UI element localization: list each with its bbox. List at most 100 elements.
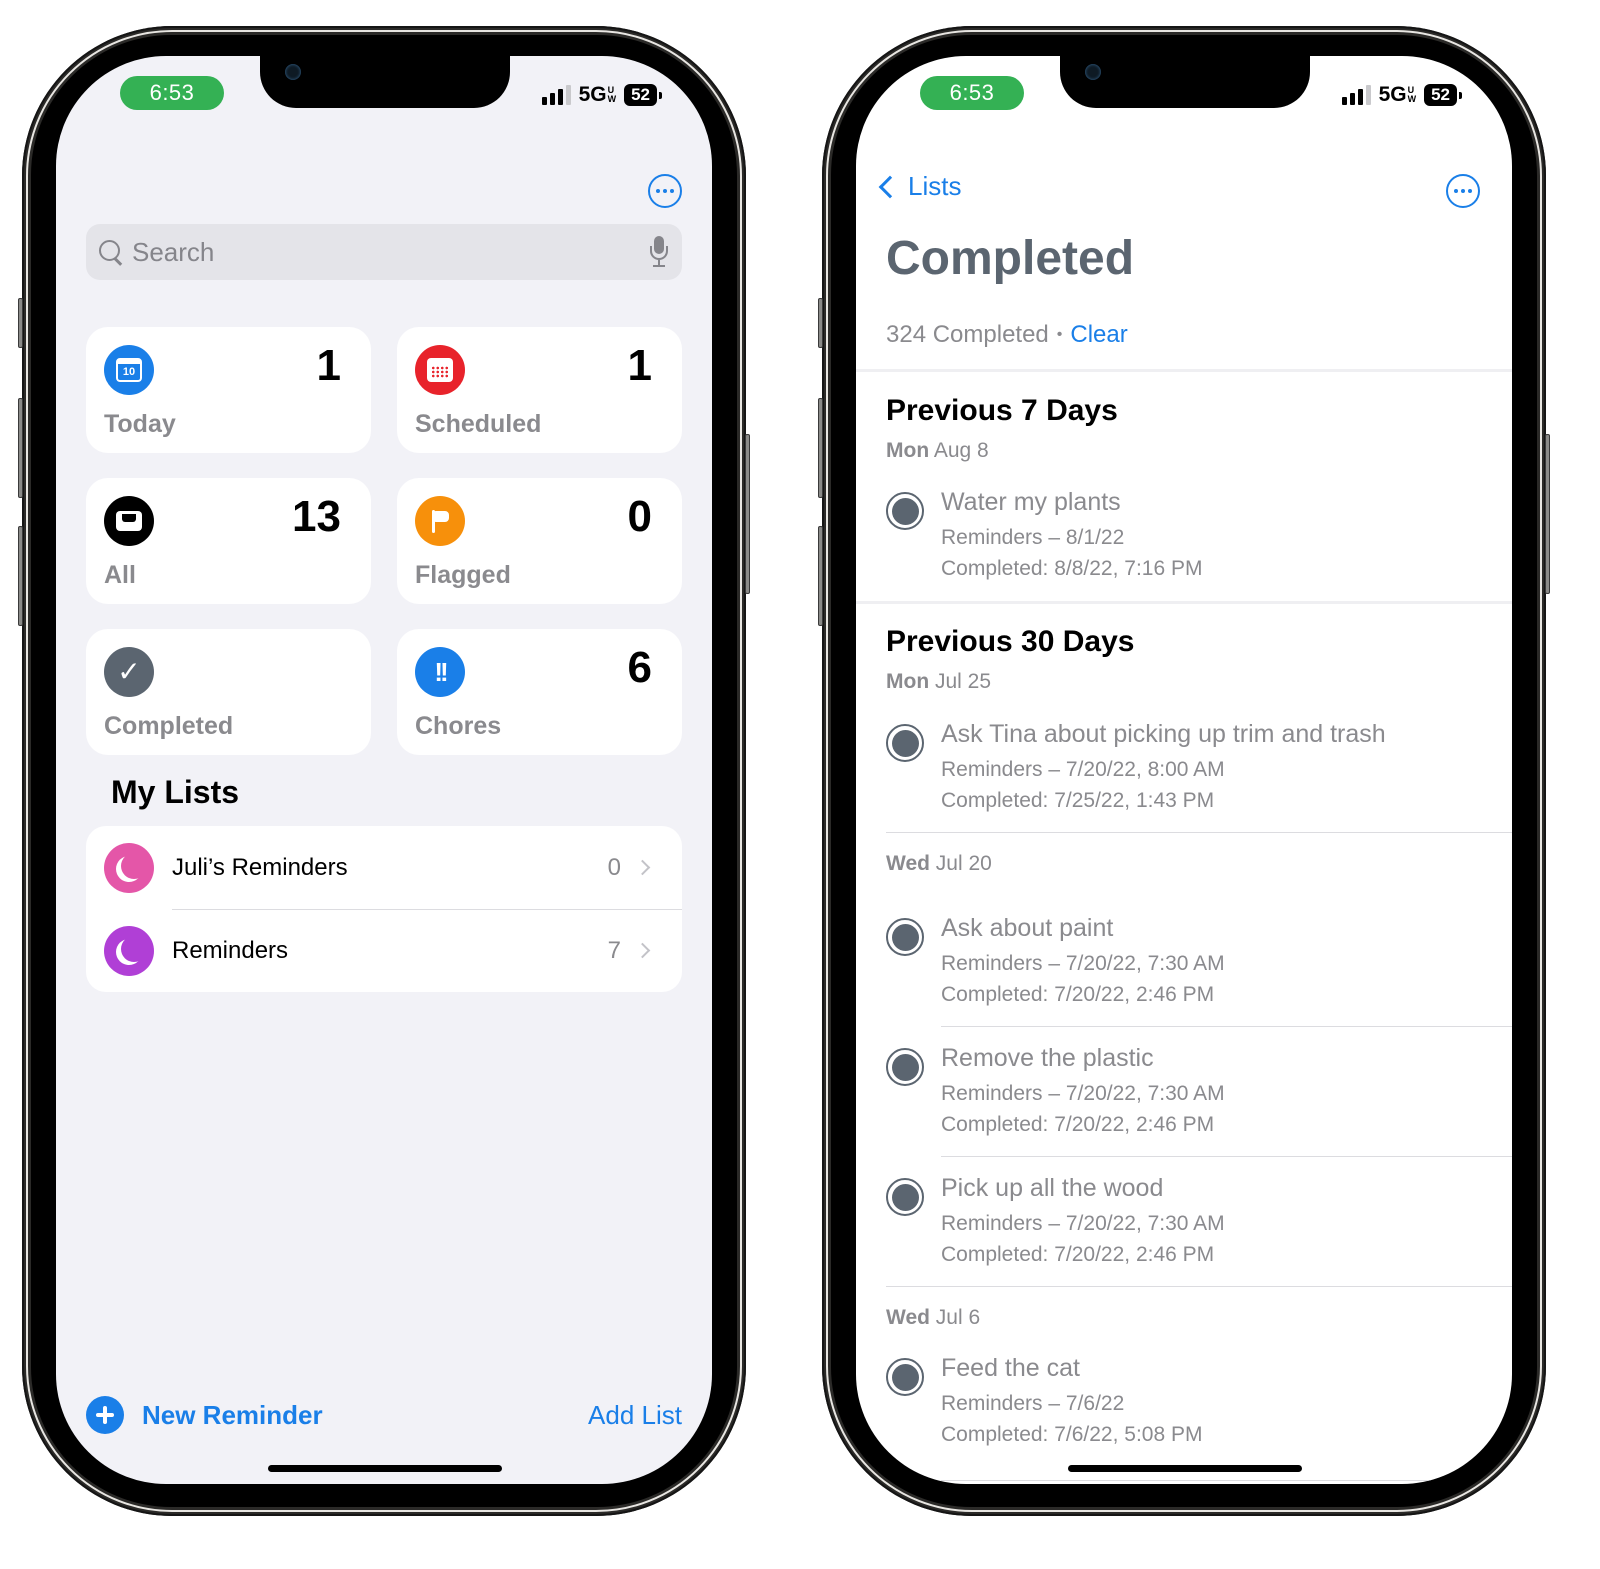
smart-list-label: Flagged (415, 561, 511, 589)
volume-up-button (818, 398, 823, 498)
new-reminder-button[interactable]: New Reminder (86, 1396, 323, 1434)
bottom-toolbar: New Reminder Add List (86, 1396, 682, 1434)
completed-radio-icon[interactable] (886, 918, 924, 956)
smart-lists-grid: 10 1 Today 1 Scheduled 13 All 0 Flagged … (86, 327, 682, 755)
camera-icon (1085, 64, 1101, 80)
item-completed-date: Completed: 7/20/22, 2:46 PM (941, 1113, 1215, 1136)
ellipsis-icon (656, 189, 660, 193)
home-indicator[interactable] (1068, 1465, 1302, 1472)
search-bar[interactable] (86, 224, 682, 280)
smart-list-count: 13 (292, 492, 341, 541)
completed-radio-icon[interactable] (886, 1178, 924, 1216)
checkmark-icon: ✓ (104, 647, 154, 697)
calendar-today-icon: 10 (104, 345, 154, 395)
back-button[interactable]: Lists (876, 171, 961, 202)
action-button (818, 298, 823, 348)
smart-list-count: 0 (627, 492, 652, 541)
more-options-button[interactable] (1446, 174, 1480, 208)
list-item-reminders[interactable]: Reminders 7 (86, 909, 682, 992)
signal-icon (1341, 85, 1371, 105)
list-count: 7 (607, 936, 621, 964)
date-heading: Mon Aug 8 (886, 439, 989, 462)
smart-list-label: Chores (415, 712, 502, 740)
smart-list-flagged[interactable]: 0 Flagged (397, 478, 682, 604)
smart-list-count: 1 (627, 341, 652, 390)
signal-icon (541, 85, 571, 105)
smart-list-count: 6 (627, 643, 652, 692)
camera-icon (285, 64, 301, 80)
new-reminder-label: New Reminder (142, 1399, 323, 1430)
item-title: Ask about paint (941, 914, 1114, 942)
calendar-grid-icon (415, 345, 465, 395)
plus-circle-icon (86, 1396, 124, 1434)
date-heading: Wed Jul 20 (886, 852, 992, 875)
item-list-info: Reminders – 7/6/22 (941, 1392, 1125, 1415)
item-title: Ask Tina about picking up trim and trash (941, 720, 1386, 748)
item-completed-date: Completed: 8/8/22, 7:16 PM (941, 557, 1203, 580)
page-title: Completed (886, 232, 1135, 285)
clear-button[interactable]: Clear (1070, 321, 1127, 349)
section-heading: Previous 7 Days (886, 394, 1118, 427)
battery-icon: 52 (624, 84, 662, 106)
item-completed-date: Completed: 7/25/22, 1:43 PM (941, 789, 1215, 812)
battery-level: 52 (624, 84, 657, 106)
completed-radio-icon[interactable] (886, 724, 924, 762)
item-list-info: Reminders – 8/1/22 (941, 526, 1125, 549)
battery-icon: 52 (1424, 84, 1462, 106)
exclamation-icon: !! (415, 647, 465, 697)
completed-radio-icon[interactable] (886, 1048, 924, 1086)
more-options-button[interactable] (648, 174, 682, 208)
item-completed-date: Completed: 7/20/22, 2:46 PM (941, 983, 1215, 1006)
row-divider (941, 1026, 1512, 1027)
network-indicator: 5G U W (1378, 83, 1417, 106)
add-list-button[interactable]: Add List (588, 1400, 682, 1431)
lists-screen: 6:53 5GUW 52 10 1 Today 1 Scheduled (56, 56, 712, 1484)
item-title: Remove the plastic (941, 1044, 1154, 1072)
separator-dot: • (1056, 326, 1063, 343)
chevron-right-icon (634, 942, 651, 959)
item-list-info: Reminders – 7/20/22, 7:30 AM (941, 1082, 1225, 1105)
my-lists: Juli’s Reminders 0 Reminders 7 (86, 826, 682, 992)
row-divider (886, 1286, 1512, 1287)
back-label: Lists (908, 171, 962, 201)
item-list-info: Reminders – 7/20/22, 7:30 AM (941, 952, 1225, 975)
item-title: Water my plants (941, 488, 1121, 516)
my-lists-heading: My Lists (111, 774, 240, 810)
list-item-julis-reminders[interactable]: Juli’s Reminders 0 (86, 826, 682, 909)
completed-screen: 6:53 5G U W 52 Lists Completed 324 Complet… (856, 56, 1512, 1484)
smart-list-chores[interactable]: !! 6 Chores (397, 629, 682, 755)
completed-count: 324 Completed (886, 321, 1049, 348)
status-time: 6:53 (920, 76, 1024, 110)
list-name: Juli’s Reminders (172, 853, 348, 881)
row-divider (941, 1156, 1512, 1157)
status-indicators: 5G U W 52 (1341, 83, 1462, 107)
notch (260, 56, 510, 108)
smart-list-completed[interactable]: ✓ Completed (86, 629, 371, 755)
smart-list-label: All (104, 561, 136, 589)
list-name: Reminders (172, 936, 289, 964)
section-divider (856, 369, 1512, 372)
moon-icon (104, 925, 154, 976)
moon-icon (104, 842, 154, 893)
row-divider (886, 832, 1512, 833)
smart-list-today[interactable]: 10 1 Today (86, 327, 371, 453)
search-input[interactable] (132, 236, 648, 268)
smart-list-label: Completed (104, 712, 234, 740)
completed-radio-icon[interactable] (886, 1358, 924, 1396)
item-title: Feed the cat (941, 1354, 1080, 1382)
date-heading: Wed Jul 6 (886, 1306, 981, 1329)
action-button (18, 298, 23, 348)
home-indicator[interactable] (268, 1465, 502, 1472)
section-divider (856, 601, 1512, 604)
microphone-icon[interactable] (648, 236, 670, 268)
power-button (1545, 434, 1550, 594)
power-button (745, 434, 750, 594)
smart-list-all[interactable]: 13 All (86, 478, 371, 604)
item-completed-date: Completed: 7/20/22, 2:46 PM (941, 1243, 1215, 1266)
smart-list-scheduled[interactable]: 1 Scheduled (397, 327, 682, 453)
completed-radio-icon[interactable] (886, 492, 924, 530)
section-heading: Previous 30 Days (886, 625, 1135, 658)
row-divider (941, 1480, 1512, 1481)
smart-list-label: Scheduled (415, 410, 542, 438)
phone-right: 6:53 5G U W 52 Lists Completed 324 Complet… (818, 26, 1550, 1516)
